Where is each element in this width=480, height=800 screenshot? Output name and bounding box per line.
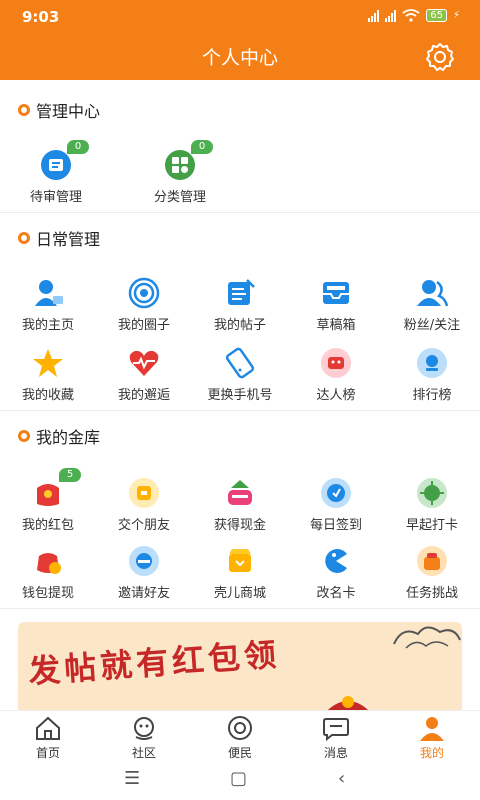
status-time: 9:03 [22, 8, 60, 26]
mall-icon [223, 544, 257, 578]
daily-item-followers[interactable]: 粉丝/关注 [384, 276, 480, 333]
wallet-item-task-challenge[interactable]: 任务挑战 [384, 544, 480, 601]
tab-community[interactable]: 社区 [96, 715, 192, 761]
ranking-icon [415, 346, 449, 380]
daily-item-experts[interactable]: 达人榜 [288, 346, 384, 403]
daily-item-ranking[interactable]: 排行榜 [384, 346, 480, 403]
section-title-manage: 管理中心 [18, 98, 100, 122]
drafts-icon [319, 276, 353, 310]
daily-item-drafts[interactable]: 草稿箱 [288, 276, 384, 333]
banner-text: 发帖就有红包领 [27, 635, 282, 691]
charging-icon: ⚡ [452, 10, 460, 21]
tab-service[interactable]: 便民 [192, 715, 288, 761]
cash-icon [223, 476, 257, 510]
tab-home[interactable]: 首页 [0, 715, 96, 761]
page-title: 个人中心 [201, 47, 278, 69]
tab-messages[interactable]: 消息 [288, 715, 384, 761]
rename-icon [319, 544, 353, 578]
circle-icon [127, 276, 161, 310]
service-icon [228, 716, 252, 740]
phone-icon [223, 346, 257, 380]
badge: 0 [67, 140, 89, 154]
badge: 0 [191, 140, 213, 154]
wallet-item-invite[interactable]: 邀请好友 [96, 544, 192, 601]
community-icon [134, 717, 154, 740]
wifi-icon [402, 9, 420, 22]
wallet-item-withdraw[interactable]: 钱包提现 [0, 544, 96, 601]
system-nav-bar: ☰ ▢ ‹ [0, 760, 480, 800]
invite-icon [127, 544, 161, 578]
wallet-item-daily-checkin[interactable]: 每日签到 [288, 476, 384, 533]
post-icon [223, 276, 257, 310]
divider [0, 410, 480, 411]
wallet-item-mall[interactable]: 壳儿商城 [192, 544, 288, 601]
wallet-item-rename-card[interactable]: 改名卡 [288, 544, 384, 601]
task-icon [415, 544, 449, 578]
user-home-icon [31, 276, 65, 310]
checkin-icon [319, 476, 353, 510]
home-square-icon[interactable]: ▢ [230, 768, 247, 789]
badge: 5 [59, 468, 81, 482]
tab-profile[interactable]: 我的 [384, 715, 480, 761]
daily-item-circle[interactable]: 我的圈子 [96, 276, 192, 333]
daily-item-favorites[interactable]: 我的收藏 [0, 346, 96, 403]
profile-icon [420, 717, 444, 741]
wallet-item-get-cash[interactable]: 获得现金 [192, 476, 288, 533]
daily-item-home[interactable]: 我的主页 [0, 276, 96, 333]
wallet-item-make-friend[interactable]: 交个朋友 [96, 476, 192, 533]
category-icon: 0 [163, 140, 213, 182]
early-clock-icon [415, 476, 449, 510]
pending-review-icon: 0 [39, 140, 89, 182]
withdraw-icon [31, 544, 65, 578]
cloud-decoration-icon [393, 626, 461, 649]
star-icon [31, 346, 65, 380]
menu-icon[interactable]: ☰ [124, 768, 140, 789]
bottom-tab-bar: 首页 社区 便民 消息 我的 [0, 710, 480, 760]
daily-item-change-phone[interactable]: 更换手机号 [192, 346, 288, 403]
daily-item-posts[interactable]: 我的帖子 [192, 276, 288, 333]
message-icon [323, 718, 349, 742]
followers-icon [415, 276, 449, 310]
heart-icon [127, 346, 161, 380]
expert-icon [319, 346, 353, 380]
divider [0, 212, 480, 213]
battery-icon: 65 [426, 9, 447, 22]
section-dot-icon [18, 232, 30, 244]
signal-icon [385, 9, 397, 22]
section-title-wallet: 我的金库 [18, 424, 100, 448]
signal-icon [368, 9, 380, 22]
section-dot-icon [18, 430, 30, 442]
manage-item-pending[interactable]: 0 待审管理 [8, 140, 104, 205]
wallet-item-red-packet[interactable]: 5 我的红包 [0, 468, 96, 533]
status-bar: 9:03 65 ⚡ [0, 0, 480, 34]
divider [0, 608, 480, 609]
red-packet-icon: 5 [31, 468, 81, 510]
daily-item-encounter[interactable]: 我的邂逅 [96, 346, 192, 403]
settings-gear-icon[interactable] [424, 41, 456, 73]
back-icon[interactable]: ‹ [338, 768, 345, 789]
status-icons: 65 ⚡ [368, 9, 460, 22]
header: 个人中心 [0, 34, 480, 80]
home-icon [36, 716, 60, 740]
wallet-item-early-clock[interactable]: 早起打卡 [384, 476, 480, 533]
section-dot-icon [18, 104, 30, 116]
friend-icon [127, 476, 161, 510]
promo-banner[interactable]: 发帖就有红包领 [18, 622, 462, 714]
section-title-daily: 日常管理 [18, 226, 100, 250]
manage-item-category[interactable]: 0 分类管理 [132, 140, 228, 205]
